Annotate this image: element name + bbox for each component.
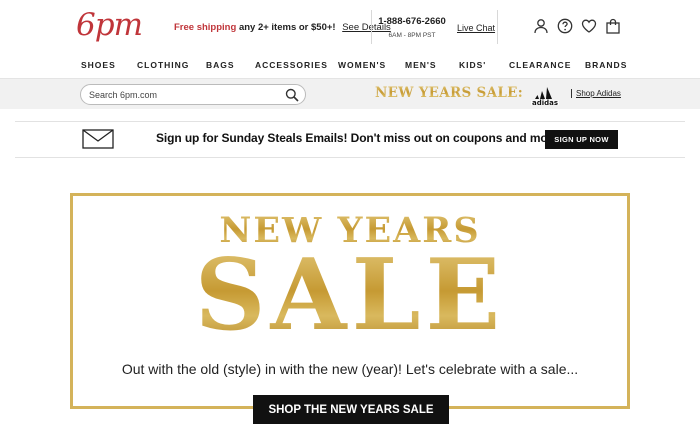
search-input[interactable] [89, 88, 269, 101]
top-header: 6pm Free shipping any 2+ items or $50+! … [0, 0, 700, 52]
sale-banner-title: NEW YEARS SALE: [375, 85, 524, 101]
free-shipping-label: Free shipping [174, 22, 237, 33]
hero-sale-text: SALE [73, 246, 627, 346]
nav-item-kids[interactable]: KIDS' [459, 60, 486, 70]
search-box [80, 84, 306, 105]
nav-item-mens[interactable]: MEN'S [405, 60, 437, 70]
hero-subtitle: Out with the old (style) in with the new… [121, 361, 579, 377]
phone-block: 1-888-676-2660 6AM - 8PM PST [372, 16, 452, 39]
search-icon[interactable] [285, 88, 299, 102]
envelope-icon [82, 129, 114, 149]
hero-banner[interactable]: NEW YEARS SALE Out with the old (style) … [70, 193, 630, 409]
account-icons [533, 18, 621, 34]
shop-adidas-link[interactable]: Shop Adidas [571, 89, 621, 98]
nav-item-womens[interactable]: WOMEN'S [338, 60, 386, 70]
phone-number[interactable]: 1-888-676-2660 [372, 16, 452, 27]
divider [15, 121, 685, 122]
help-icon[interactable] [557, 18, 573, 34]
sign-up-button[interactable]: SIGN UP NOW [545, 130, 618, 149]
nav-item-clothing[interactable]: CLOTHING [137, 60, 189, 70]
shipping-condition: any 2+ items or $50+! [238, 22, 336, 33]
divider [497, 10, 498, 44]
shop-new-years-sale-button[interactable]: SHOP THE NEW YEARS SALE [253, 395, 449, 424]
live-chat-link[interactable]: Live Chat [457, 23, 495, 33]
adidas-logo-icon[interactable]: adidas [530, 84, 560, 107]
nav-item-bags[interactable]: BAGS [206, 60, 235, 70]
site-logo[interactable]: 6pm [76, 7, 143, 43]
heart-icon[interactable] [581, 18, 597, 34]
nav-item-clearance[interactable]: CLEARANCE [509, 60, 571, 70]
email-signup-text: Sign up for Sunday Steals Emails! Don't … [156, 131, 562, 145]
nav-item-accessories[interactable]: ACCESSORIES [255, 60, 328, 70]
phone-hours: 6AM - 8PM PST [388, 32, 436, 39]
main-nav: SHOES CLOTHING BAGS ACCESSORIES WOMEN'S … [0, 54, 700, 76]
shipping-promo: Free shipping any 2+ items or $50+! See … [174, 22, 391, 33]
search-band: NEW YEARS SALE: adidas Shop Adidas [0, 78, 700, 109]
user-icon[interactable] [533, 18, 549, 34]
shopping-bag-icon[interactable] [605, 18, 621, 34]
svg-text:adidas: adidas [532, 99, 558, 106]
nav-item-shoes[interactable]: SHOES [81, 60, 116, 70]
nav-item-brands[interactable]: BRANDS [585, 60, 627, 70]
divider [15, 157, 685, 158]
